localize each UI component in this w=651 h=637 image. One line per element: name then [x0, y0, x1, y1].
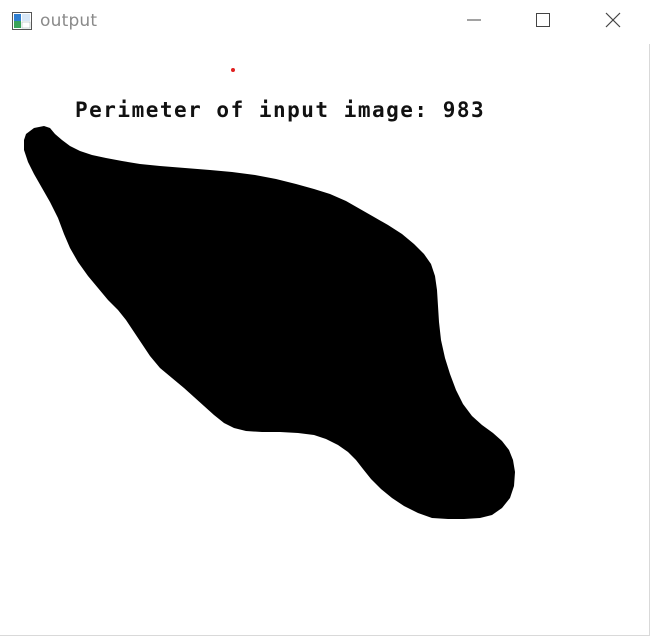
close-button[interactable]: [590, 0, 636, 44]
minimize-button[interactable]: [451, 0, 497, 44]
maximize-button[interactable]: [520, 0, 566, 44]
minimize-icon: [466, 12, 482, 32]
maximize-icon: [535, 12, 551, 32]
image-canvas: Perimeter of input image: 983: [0, 44, 650, 636]
contour-shape-layer: [24, 126, 515, 519]
red-marker-dot: [231, 68, 235, 72]
window-title: output: [40, 11, 98, 31]
close-icon: [605, 12, 621, 32]
output-window: output Perimeter of input image: 983: [0, 0, 650, 636]
app-window-icon: [12, 12, 32, 30]
title-bar[interactable]: output: [0, 0, 650, 44]
black-contour-shape: [24, 126, 515, 519]
perimeter-label: Perimeter of input image: 983: [75, 98, 486, 122]
